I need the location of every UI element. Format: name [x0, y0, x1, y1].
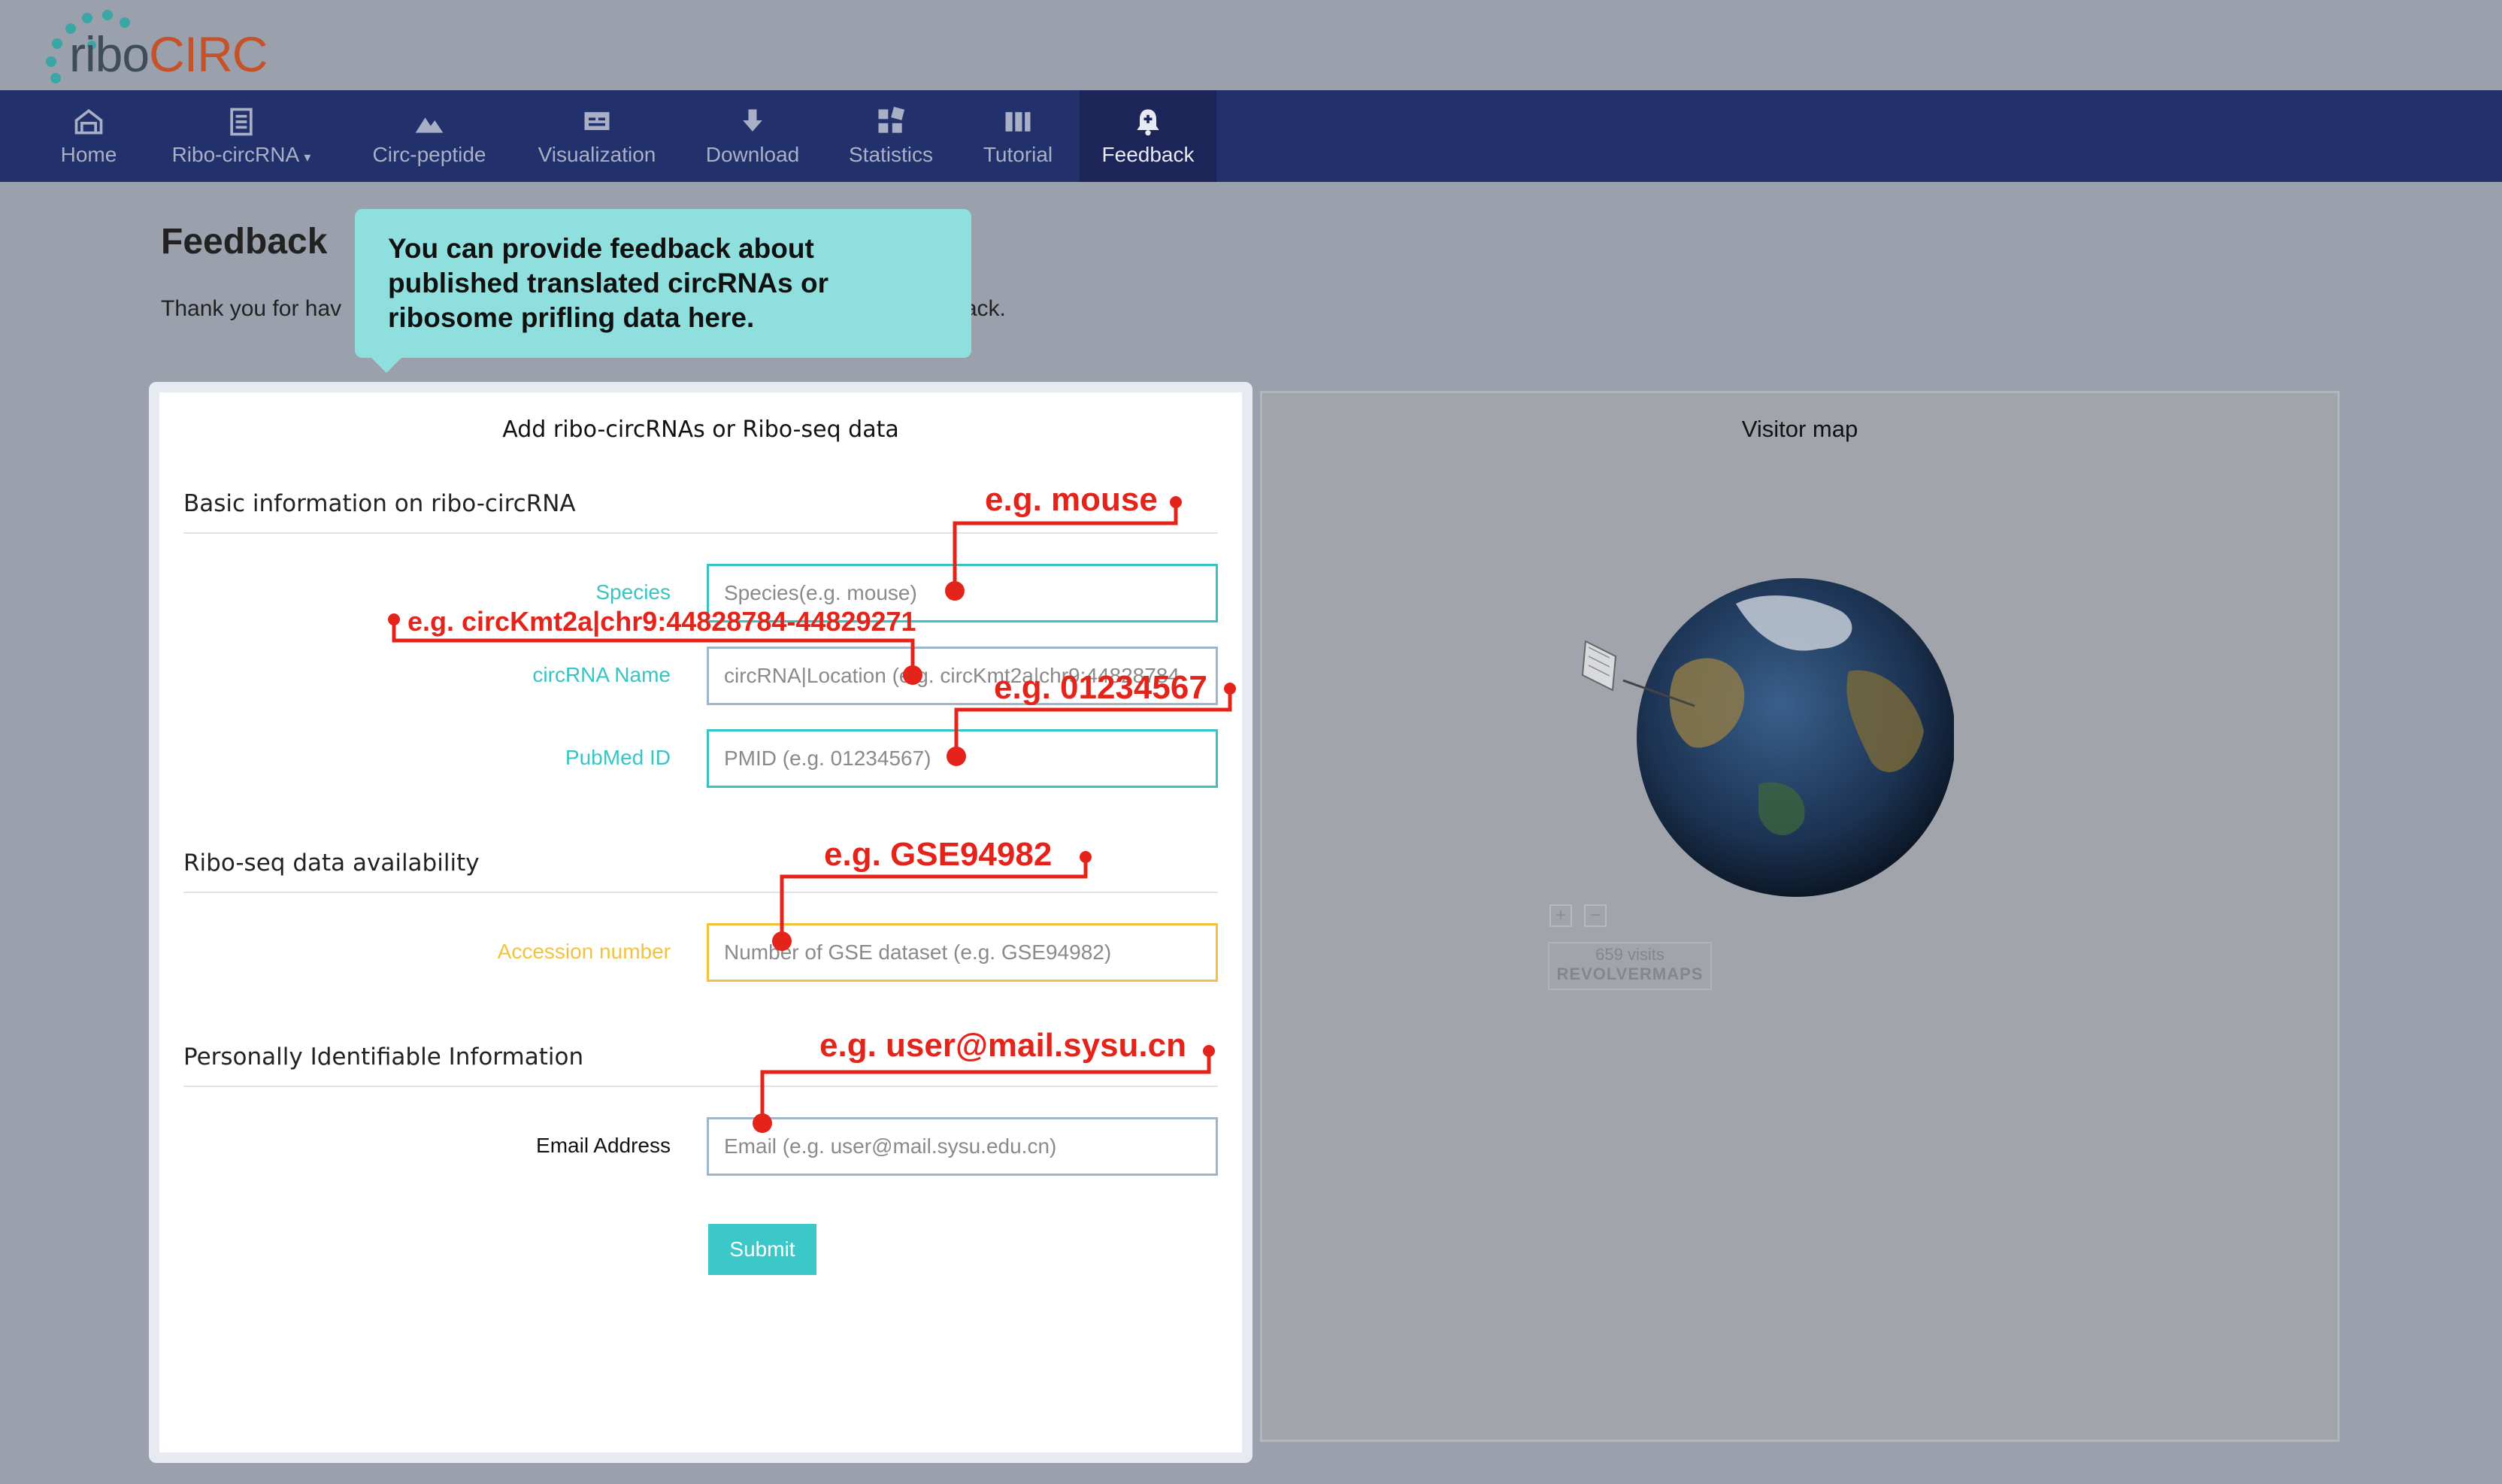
mountain-icon: [415, 117, 444, 133]
nav-ribo-circrna[interactable]: Ribo-circRNA ▾: [156, 90, 326, 182]
nav-download-label: Download: [705, 143, 800, 166]
revolvermaps-brand: REVOLVERMAPS: [1556, 965, 1704, 983]
page-title: Feedback: [161, 222, 328, 262]
logo-text-ribo: ribo: [69, 26, 150, 82]
email-annotation: e.g. user@mail.sysu.cn: [819, 1027, 1186, 1064]
species-annotation: e.g. mouse: [985, 481, 1158, 518]
nav-feedback-label: Feedback: [1101, 143, 1195, 166]
form-title: Add ribo-circRNAs or Ribo-seq data: [502, 416, 899, 443]
section-basic-title: Basic information on ribo-circRNA: [183, 490, 576, 517]
visitor-map-title: Visitor map: [1741, 416, 1858, 442]
section-divider: [183, 532, 1218, 534]
caret-down-icon: ▾: [304, 150, 311, 165]
document-icon: [230, 108, 253, 136]
nav-feedback[interactable]: Feedback: [1080, 90, 1216, 182]
nav-visualization[interactable]: Visualization: [531, 90, 663, 182]
zoom-out-button[interactable]: −: [1584, 904, 1607, 927]
section-riboseq-title: Ribo-seq data availability: [183, 850, 480, 877]
bell-plus-icon: [1137, 109, 1159, 136]
circrna-name-label: circRNA Name: [532, 663, 671, 686]
email-address-label: Email Address: [536, 1134, 671, 1157]
download-icon: [743, 109, 762, 132]
grid-icon: [878, 107, 905, 133]
nav-ribo-circrna-label: Ribo-circRNA: [171, 143, 298, 166]
visitor-map-panel: Visitor map + − 659 visits REVOLVERMAPS: [1260, 391, 2340, 1442]
circrna-annotation: e.g. circKmt2a|chr9:44828784-44829271: [407, 606, 916, 637]
accession-number-label: Accession number: [497, 940, 671, 963]
section-divider: [183, 892, 1218, 893]
nav-circ-peptide[interactable]: Circ-peptide: [358, 90, 501, 182]
pubmed-annotation: e.g. 01234567: [994, 669, 1207, 706]
home-icon: [74, 109, 103, 135]
nav-home-label: Home: [60, 143, 117, 166]
pubmed-id-label: PubMed ID: [565, 746, 671, 769]
nav-statistics[interactable]: Statistics: [836, 90, 946, 182]
columns-icon: [1005, 112, 1031, 132]
nav-statistics-label: Statistics: [848, 143, 934, 166]
feedback-form-panel: Add ribo-circRNAs or Ribo-seq data Basic…: [149, 382, 1253, 1463]
visit-counter[interactable]: 659 visits REVOLVERMAPS: [1548, 942, 1712, 990]
nav-download[interactable]: Download: [698, 90, 807, 182]
pubmed-id-input[interactable]: [707, 729, 1218, 788]
section-personal-title: Personally Identifiable Information: [183, 1043, 584, 1071]
logo-text-circ: CIRC: [149, 26, 268, 82]
nav-visualization-label: Visualization: [538, 143, 656, 166]
intro-text-left: Thank you for hav: [161, 296, 342, 321]
main-navbar: Home Ribo-circRNA ▾ Circ-peptide Visuali…: [0, 90, 2502, 182]
globe-image[interactable]: [1563, 559, 1954, 904]
nav-tutorial[interactable]: Tutorial: [974, 90, 1062, 182]
section-divider: [183, 1086, 1218, 1087]
nav-tutorial-label: Tutorial: [983, 143, 1053, 166]
zoom-in-button[interactable]: +: [1549, 904, 1572, 927]
species-label: Species: [595, 580, 671, 604]
nav-home[interactable]: Home: [50, 90, 128, 182]
nav-circ-peptide-label: Circ-peptide: [372, 143, 486, 166]
monitor-icon: [584, 112, 610, 130]
help-tooltip: You can provide feedback about published…: [355, 209, 971, 373]
visit-count: 659 visits: [1595, 945, 1664, 964]
accession-annotation: e.g. GSE94982: [824, 836, 1053, 873]
accession-number-input[interactable]: [707, 923, 1218, 982]
email-address-input[interactable]: [707, 1117, 1218, 1176]
submit-button[interactable]: Submit: [708, 1224, 816, 1275]
